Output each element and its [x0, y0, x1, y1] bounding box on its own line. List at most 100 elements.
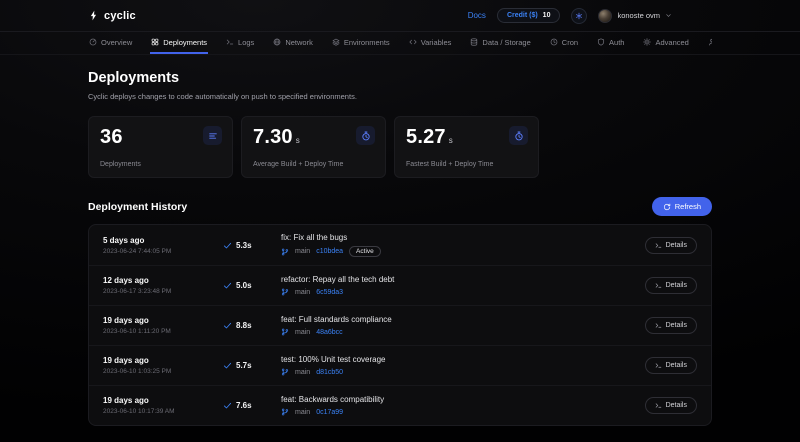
success-check-icon — [223, 241, 232, 250]
deployment-row: 12 days ago 2023-06-17 3:23:48 PM 5.0s r… — [89, 265, 711, 305]
terminal-icon — [655, 402, 662, 409]
stat-icon — [361, 131, 371, 141]
deployment-timestamp: 2023-06-10 10:17:39 AM — [103, 408, 223, 415]
branch-name: main — [295, 329, 310, 336]
stats-row: 36 Deployments 7.30 s Average Build + De… — [88, 116, 712, 178]
app-navbar: Overview Deployments Logs Network Enviro… — [0, 32, 800, 55]
nav-item[interactable]: Environments — [331, 32, 391, 54]
stat-label: Average Build + Deploy Time — [253, 161, 374, 168]
deployment-row: 19 days ago 2023-06-10 1:03:25 PM 5.7s t… — [89, 345, 711, 385]
nav-item-icon — [226, 38, 234, 46]
deployment-row: 5 days ago 2023-06-24 7:44:05 PM 5.3s fi… — [89, 225, 711, 265]
nav-item[interactable]: Advanced — [642, 32, 689, 54]
branch-name: main — [295, 248, 310, 255]
deployment-duration: 5.3s — [236, 241, 252, 250]
details-button-label: Details — [666, 242, 687, 249]
stat-card-icon-badge — [203, 126, 222, 145]
terminal-icon — [655, 282, 662, 289]
deployment-duration: 5.7s — [236, 361, 252, 370]
stat-value: 5.27 — [406, 126, 446, 149]
terminal-icon — [655, 322, 662, 329]
git-branch-icon — [281, 328, 289, 336]
bolt-icon — [88, 9, 99, 22]
nav-item-icon — [332, 38, 340, 46]
nav-item-label: Environments — [344, 38, 390, 47]
nav-item[interactable]: Cron — [549, 32, 579, 54]
commit-hash-link[interactable]: 6c59da3 — [316, 289, 343, 296]
deployment-timestamp: 2023-06-17 3:23:48 PM — [103, 288, 223, 295]
stat-icon — [208, 131, 218, 141]
nav-item[interactable]: Network — [272, 32, 314, 54]
nav-item-icon — [89, 38, 97, 46]
details-button[interactable]: Details — [645, 277, 697, 294]
details-button[interactable]: Details — [645, 397, 697, 414]
page-title: Deployments — [88, 70, 712, 86]
nav-item-label: Deployments — [163, 38, 207, 47]
branch-name: main — [295, 369, 310, 376]
success-check-icon — [223, 361, 232, 370]
deployment-timestamp: 2023-06-24 7:44:05 PM — [103, 248, 223, 255]
stat-card: 36 Deployments — [88, 116, 233, 178]
success-check-icon — [223, 321, 232, 330]
deployment-relative-time: 19 days ago — [103, 316, 223, 325]
nav-item[interactable]: Data / Storage — [469, 32, 531, 54]
nav-item[interactable]: Deployments — [150, 32, 208, 54]
commit-hash-link[interactable]: 48a6bcc — [316, 329, 342, 336]
details-button[interactable]: Details — [645, 357, 697, 374]
nav-item[interactable]: Variables — [408, 32, 453, 54]
git-branch-icon — [281, 368, 289, 376]
deployment-duration: 5.0s — [236, 281, 252, 290]
details-button[interactable]: Details — [645, 237, 697, 254]
commit-message: refactor: Repay all the tech debt — [281, 275, 645, 284]
refresh-icon — [663, 203, 671, 211]
docs-link[interactable]: Docs — [468, 11, 486, 20]
deployment-relative-time: 12 days ago — [103, 276, 223, 285]
main-content: Deployments Cyclic deploys changes to co… — [88, 70, 712, 426]
nav-item-label: Auth — [609, 38, 624, 47]
nav-item-icon — [273, 38, 281, 46]
commit-hash-link[interactable]: c10bdea — [316, 248, 343, 255]
nav-item[interactable]: Ad — [707, 32, 712, 54]
commit-hash-link[interactable]: 0c17a99 — [316, 409, 343, 416]
page-subtitle: Cyclic deploys changes to code automatic… — [88, 92, 712, 101]
deployment-relative-time: 19 days ago — [103, 356, 223, 365]
success-check-icon — [223, 281, 232, 290]
active-badge: Active — [349, 246, 381, 257]
top-header: cyclic Docs Credit ($) 10 konoste ovm — [0, 0, 800, 32]
details-button-label: Details — [666, 322, 687, 329]
user-menu[interactable]: konoste ovm — [598, 9, 672, 23]
refresh-button-label: Refresh — [675, 202, 701, 211]
theme-toggle-button[interactable] — [571, 8, 587, 24]
nav-item[interactable]: Logs — [225, 32, 255, 54]
nav-item[interactable]: Overview — [88, 32, 133, 54]
terminal-icon — [655, 362, 662, 369]
deployment-relative-time: 19 days ago — [103, 396, 223, 405]
stat-value: 36 — [100, 126, 123, 149]
details-button-label: Details — [666, 402, 687, 409]
commit-message: fix: Fix all the bugs — [281, 233, 645, 242]
nav-item[interactable]: Auth — [596, 32, 625, 54]
stat-card-icon-badge — [356, 126, 375, 145]
details-button[interactable]: Details — [645, 317, 697, 334]
credit-pill[interactable]: Credit ($) 10 — [497, 8, 561, 23]
details-button-label: Details — [666, 362, 687, 369]
commit-message: test: 100% Unit test coverage — [281, 355, 645, 364]
deployment-timestamp: 2023-06-10 1:11:20 PM — [103, 328, 223, 335]
stat-unit: s — [296, 136, 300, 145]
deployment-row: 19 days ago 2023-06-10 10:17:39 AM 7.6s … — [89, 385, 711, 425]
stat-label: Deployments — [100, 161, 221, 168]
snowflake-icon — [575, 12, 583, 20]
stat-label: Fastest Build + Deploy Time — [406, 161, 527, 168]
stat-icon — [514, 131, 524, 141]
stat-card: 5.27 s Fastest Build + Deploy Time — [394, 116, 539, 178]
git-branch-icon — [281, 408, 289, 416]
deployment-relative-time: 5 days ago — [103, 236, 223, 245]
brand-logo[interactable]: cyclic — [88, 9, 136, 22]
nav-item-label: Cron — [562, 38, 578, 47]
git-branch-icon — [281, 248, 289, 256]
stat-unit: s — [449, 136, 453, 145]
nav-item-icon — [151, 38, 159, 46]
terminal-icon — [655, 242, 662, 249]
refresh-button[interactable]: Refresh — [652, 197, 712, 216]
commit-hash-link[interactable]: d81cb50 — [316, 369, 343, 376]
